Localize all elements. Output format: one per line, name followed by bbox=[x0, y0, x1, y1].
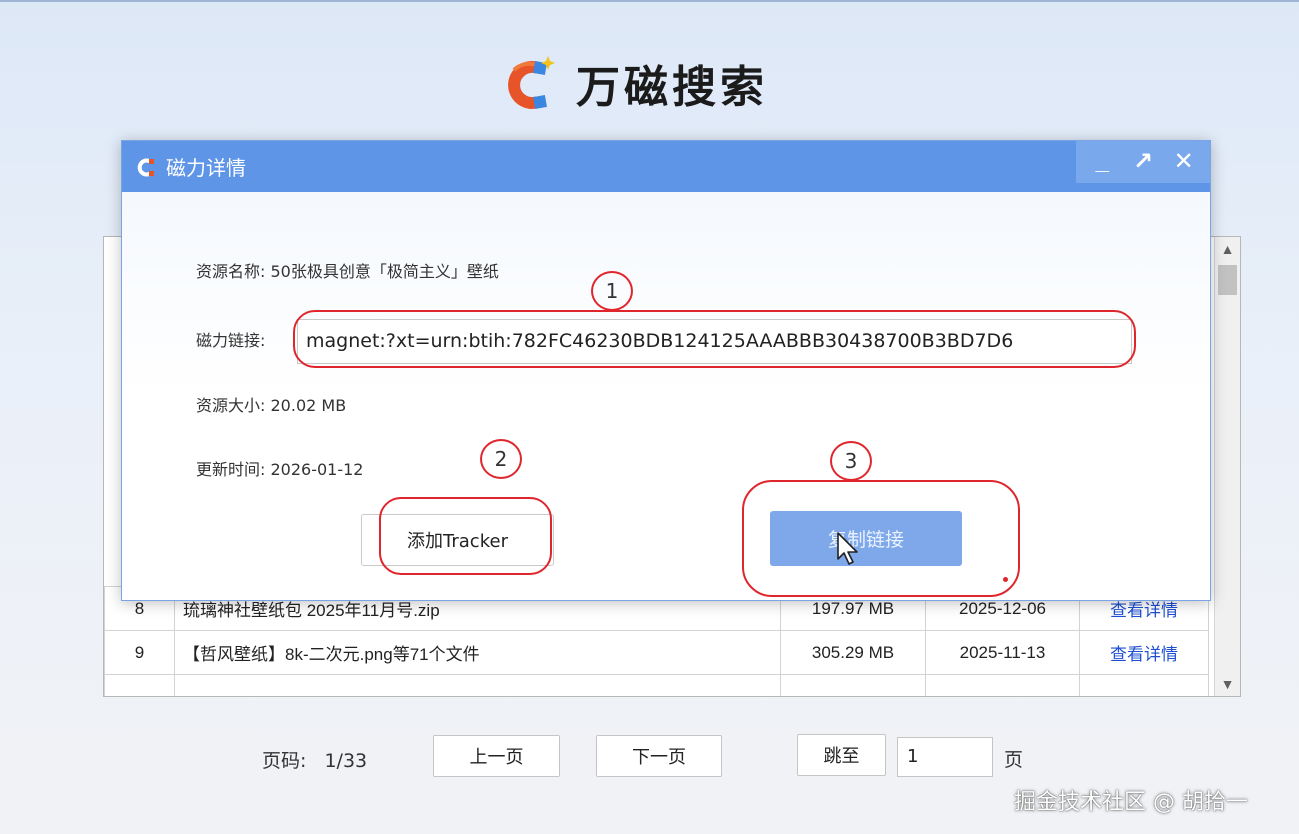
watermark: 掘金技术社区 @ 胡拾一 bbox=[1014, 790, 1248, 815]
resource-size-label: 资源大小: bbox=[196, 396, 266, 415]
resource-name-value: 50张极具创意「极简主义」壁纸 bbox=[270, 262, 499, 281]
app-logo: 万磁搜索 bbox=[492, 48, 768, 118]
row-index: 9 bbox=[104, 630, 175, 675]
prev-page-button[interactable]: 上一页 bbox=[433, 735, 560, 777]
row-date: 2025-11-13 bbox=[925, 630, 1080, 675]
annotation-marker-3: 3 bbox=[830, 441, 872, 481]
table-scrollbar[interactable]: ▲ ▼ bbox=[1214, 237, 1240, 696]
page-value: 1/33 bbox=[324, 750, 368, 772]
page-indicator: 页码: 1/33 bbox=[262, 746, 367, 773]
annotation-marker-1: 1 bbox=[591, 271, 633, 311]
row-size: 305.29 MB bbox=[780, 630, 926, 675]
annotation-highlight-tracker bbox=[379, 497, 552, 575]
annotation-marker-2: 2 bbox=[480, 439, 522, 479]
resource-size-row: 资源大小: 20.02 MB bbox=[196, 392, 346, 416]
scroll-down-icon[interactable]: ▼ bbox=[1215, 672, 1240, 696]
window-controls: _ ↗ ✕ bbox=[1076, 141, 1210, 183]
annotation-highlight-copy bbox=[742, 480, 1020, 597]
page-number-input[interactable]: 1 bbox=[897, 737, 993, 777]
dialog-title: 磁力详情 bbox=[166, 156, 246, 180]
row-name: 【哲风壁纸】8k-二次元.png等71个文件 bbox=[174, 630, 781, 675]
maximize-icon[interactable]: ↗ bbox=[1125, 142, 1161, 182]
magnet-logo-icon bbox=[508, 56, 555, 109]
update-time-value: 2026-01-12 bbox=[270, 460, 364, 479]
resource-name-row: 资源名称: 50张极具创意「极简主义」壁纸 bbox=[196, 258, 499, 282]
magnet-icon bbox=[137, 158, 154, 176]
scroll-up-icon[interactable]: ▲ bbox=[1215, 237, 1240, 261]
resource-size-value: 20.02 MB bbox=[270, 396, 347, 415]
update-time-row: 更新时间: 2026-01-12 bbox=[196, 456, 363, 480]
magnet-detail-dialog: 磁力详情 _ ↗ ✕ 资源名称: 50张极具创意「极简主义」壁纸 磁力链接: m… bbox=[121, 140, 1211, 601]
annotation-highlight-magnet bbox=[293, 310, 1136, 368]
table-row: 9 【哲风壁纸】8k-二次元.png等71个文件 305.29 MB 2025-… bbox=[104, 630, 1209, 675]
page-suffix-label: 页 bbox=[1004, 749, 1024, 771]
app-title: 万磁搜索 bbox=[576, 62, 768, 113]
close-icon[interactable]: ✕ bbox=[1166, 142, 1202, 182]
table-row bbox=[104, 674, 1209, 696]
dialog-titlebar[interactable]: 磁力详情 _ ↗ ✕ bbox=[122, 141, 1210, 192]
scroll-thumb[interactable] bbox=[1218, 265, 1237, 295]
page-label: 页码: bbox=[262, 750, 307, 772]
update-time-label: 更新时间: bbox=[196, 460, 266, 479]
magnet-link-label: 磁力链接: bbox=[196, 331, 266, 350]
view-details-link[interactable]: 查看详情 bbox=[1079, 630, 1209, 675]
jump-button[interactable]: 跳至 bbox=[797, 734, 886, 776]
next-page-button[interactable]: 下一页 bbox=[596, 735, 722, 777]
resource-name-label: 资源名称: bbox=[196, 262, 266, 281]
window-top-border bbox=[0, 0, 1299, 2]
minimize-icon[interactable]: _ bbox=[1084, 142, 1120, 182]
annotation-dot bbox=[1003, 577, 1008, 582]
